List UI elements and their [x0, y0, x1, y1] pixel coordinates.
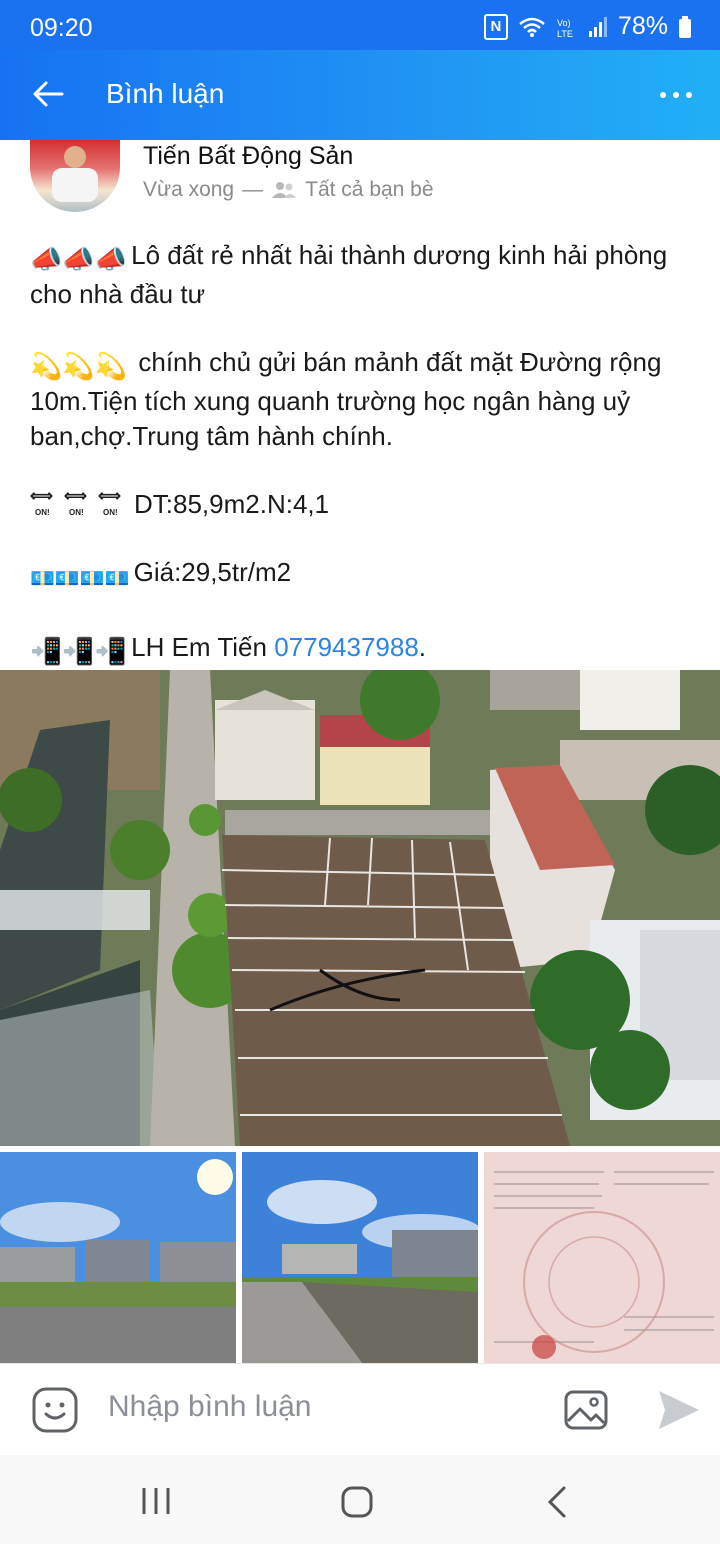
wifi-icon — [519, 17, 545, 37]
svg-text:ON!: ON! — [35, 508, 50, 517]
meta-separator: — — [242, 178, 264, 201]
svg-text:⟺: ⟺ — [64, 488, 87, 505]
megaphone-icon: 📣📣📣 — [30, 244, 128, 274]
description-paragraph: 💫💫💫 chính chủ gửi bán mảnh đất mặt Đường… — [30, 345, 695, 454]
svg-text:ON!: ON! — [69, 508, 84, 517]
post-author[interactable]: Tiến Bất Động Sản — [143, 142, 353, 171]
comment-input[interactable]: Nhập bình luận — [108, 1390, 312, 1424]
svg-text:LTE: LTE — [557, 29, 573, 39]
post-photo-aerial[interactable] — [0, 670, 720, 1146]
volte-icon: Vo) LTE — [557, 18, 573, 39]
app-bar: Bình luận — [0, 50, 720, 140]
back-nav-icon[interactable] — [545, 1485, 569, 1519]
battery-icon — [679, 15, 691, 38]
home-icon[interactable] — [340, 1485, 374, 1519]
more-options-icon[interactable] — [660, 92, 692, 98]
post-content: 📣📣📣 Lô đất rẻ nhất hải thành dương kinh h… — [30, 238, 695, 702]
post-privacy: Tất cả bạn bè — [305, 178, 434, 201]
post-meta: Vừa xong — Tất cả bạn bè — [143, 178, 434, 202]
signal-icon — [588, 16, 607, 37]
phone-arrow-icon: 📲📲📲 — [30, 636, 128, 666]
image-icon[interactable] — [563, 1387, 609, 1433]
price-paragraph: 💶💶💶💶 Giá:29,5tr/m2 — [30, 555, 695, 597]
phone-link[interactable]: 0779437988 — [274, 632, 419, 662]
svg-text:ON!: ON! — [103, 508, 118, 517]
photo-thumbnail-street-2[interactable] — [242, 1152, 478, 1363]
avatar[interactable] — [30, 140, 120, 212]
svg-text:⟺: ⟺ — [30, 488, 53, 505]
post-time: Vừa xong — [143, 178, 235, 201]
battery-percentage: 78% — [617, 12, 668, 40]
area-paragraph: ⟺ ON! ⟺ ON! ⟺ ON! DT:85,9m2.N:4,1 — [30, 487, 695, 522]
back-arrow-icon[interactable] — [30, 76, 66, 112]
recent-apps-icon[interactable] — [140, 1485, 172, 1517]
comment-bar: Nhập bình luận — [0, 1363, 720, 1456]
status-icons: N Vo) LTE 78% — [483, 12, 692, 41]
photo-thumbnail-street-1[interactable] — [0, 1152, 236, 1363]
arrow-on-icon: ⟺ ON! ⟺ ON! ⟺ ON! — [30, 488, 121, 517]
nfc-icon: N — [483, 13, 508, 40]
price-text: Giá:29,5tr/m2 — [133, 557, 292, 587]
status-time: 09:20 — [30, 14, 93, 42]
photo-thumbnails — [0, 1152, 720, 1363]
friends-icon — [272, 182, 297, 198]
send-icon[interactable] — [657, 1389, 701, 1431]
area-text: DT:85,9m2.N:4,1 — [134, 489, 330, 519]
contact-paragraph: 📲📲📲 LH Em Tiến 0779437988. — [30, 630, 695, 669]
page-title: Bình luận — [106, 78, 225, 109]
svg-text:Vo): Vo) — [557, 18, 571, 28]
sparkle-icon: 💫💫💫 — [30, 351, 128, 381]
system-navigation-bar — [0, 1455, 720, 1544]
headline-paragraph: 📣📣📣 Lô đất rẻ nhất hải thành dương kinh h… — [30, 238, 695, 312]
sticker-icon[interactable] — [32, 1387, 78, 1433]
euro-banknote-icon: 💶💶💶💶 — [30, 568, 130, 590]
contact-text: LH Em Tiến — [131, 632, 275, 662]
photo-thumbnail-land-document[interactable] — [484, 1152, 720, 1363]
svg-text:⟺: ⟺ — [98, 488, 121, 505]
status-bar: 09:20 N Vo) LTE 78% — [0, 0, 720, 50]
contact-suffix: . — [418, 632, 427, 662]
